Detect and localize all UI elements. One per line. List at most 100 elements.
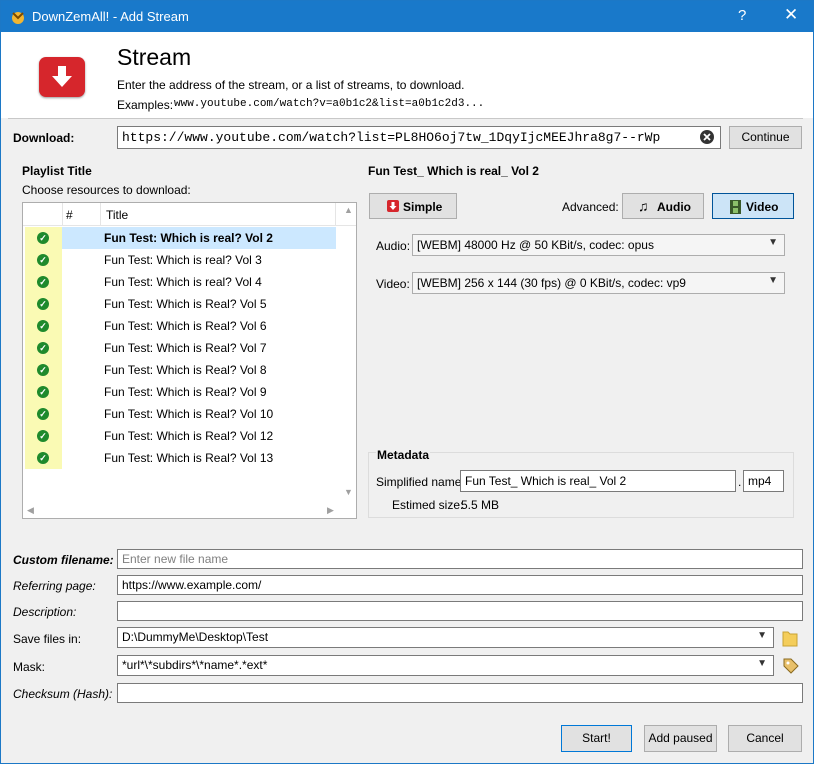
extension-value: mp4 — [748, 474, 772, 488]
list-item[interactable]: ✓ Fun Test: Which is real? Vol 3 — [23, 249, 336, 271]
custom-filename-input[interactable]: Enter new file name — [117, 549, 803, 569]
row-checkbox[interactable]: ✓ — [25, 447, 62, 469]
mask-label: Mask: — [13, 660, 46, 674]
close-button[interactable]: ✕ — [784, 5, 798, 25]
checksum-label: Checksum (Hash): — [13, 687, 113, 701]
check-icon: ✓ — [37, 298, 49, 310]
video-button-label: Video — [746, 200, 779, 214]
row-checkbox[interactable]: ✓ — [25, 249, 62, 271]
row-checkbox[interactable]: ✓ — [25, 293, 62, 315]
tag-icon[interactable] — [782, 657, 800, 675]
film-icon — [730, 200, 741, 214]
list-item-title: Fun Test: Which is Real? Vol 7 — [104, 341, 267, 355]
download-arrow-icon — [39, 57, 85, 97]
check-icon: ✓ — [37, 452, 49, 464]
row-checkbox[interactable]: ✓ — [25, 315, 62, 337]
list-item[interactable]: ✓ Fun Test: Which is Real? Vol 7 — [23, 337, 336, 359]
column-number[interactable]: # — [66, 208, 73, 222]
list-item[interactable]: ✓ Fun Test: Which is Real? Vol 5 — [23, 293, 336, 315]
list-header: # Title — [23, 203, 356, 226]
video-label: Video: — [376, 277, 410, 291]
list-item[interactable]: ✓ Fun Test: Which is real? Vol 4 — [23, 271, 336, 293]
continue-button[interactable]: Continue — [729, 126, 802, 149]
simplified-name-label: Simplified name: — [376, 475, 465, 489]
referring-page-input[interactable]: https://www.example.com/ — [117, 575, 803, 595]
horizontal-scrollbar[interactable]: ◀ ▶ — [23, 502, 340, 518]
music-note-icon: ♫ — [638, 198, 649, 214]
list-item-title: Fun Test: Which is Real? Vol 13 — [104, 451, 274, 465]
simple-button-label: Simple — [403, 200, 443, 214]
row-checkbox[interactable]: ✓ — [25, 337, 62, 359]
simplified-name-input[interactable]: Fun Test_ Which is real_ Vol 2 — [460, 470, 736, 492]
examples-value: www.youtube.com/watch?v=a0b1c2&list=a0b1… — [174, 98, 485, 110]
check-icon: ✓ — [37, 430, 49, 442]
video-select[interactable]: [WEBM] 256 x 144 (30 fps) @ 0 KBit/s, co… — [412, 272, 785, 294]
list-item[interactable]: ✓ Fun Test: Which is Real? Vol 12 — [23, 425, 336, 447]
save-files-combo[interactable]: D:\DummyMe\Desktop\Test ▼ — [117, 627, 774, 648]
custom-filename-label: Custom filename: — [13, 553, 114, 567]
description-input[interactable] — [117, 601, 803, 621]
check-icon: ✓ — [37, 254, 49, 266]
title-bar: DownZemAll! - Add Stream ? ✕ — [1, 1, 813, 32]
audio-label: Audio: — [376, 239, 411, 253]
row-checkbox[interactable]: ✓ — [25, 271, 62, 293]
playlist-list[interactable]: # Title ✓ Fun Test: Which is real? Vol 2 ✓… — [22, 202, 357, 519]
start-button[interactable]: Start! — [561, 725, 632, 752]
list-item[interactable]: ✓ Fun Test: Which is Real? Vol 13 — [23, 447, 336, 469]
help-button[interactable]: ? — [738, 7, 746, 24]
save-files-label: Save files in: — [13, 632, 82, 646]
scroll-right-icon[interactable]: ▶ — [327, 505, 334, 516]
estimated-size-label: Estimed size: — [392, 498, 464, 512]
video-button[interactable]: Video — [712, 193, 794, 219]
download-url-input[interactable]: https://www.youtube.com/watch?list=PL8HO… — [117, 126, 721, 149]
add-paused-button[interactable]: Add paused — [644, 725, 717, 752]
extension-input[interactable]: mp4 — [743, 470, 784, 492]
vertical-scrollbar[interactable]: ▲ ▼ — [340, 203, 356, 501]
app-icon — [12, 12, 24, 24]
audio-select-value: [WEBM] 48000 Hz @ 50 KBit/s, codec: opus — [417, 238, 654, 252]
column-title[interactable]: Title — [106, 208, 128, 222]
scroll-left-icon[interactable]: ◀ — [27, 505, 34, 516]
metadata-title: Metadata — [376, 448, 431, 462]
page-title: Stream — [117, 44, 192, 70]
custom-filename-placeholder: Enter new file name — [122, 552, 229, 566]
chevron-down-icon: ▼ — [757, 658, 767, 669]
referring-page-value: https://www.example.com/ — [122, 578, 262, 592]
list-item-title: Fun Test: Which is Real? Vol 12 — [104, 429, 274, 443]
chevron-down-icon: ▼ — [757, 630, 767, 641]
stream-title: Fun Test_ Which is real_ Vol 2 — [368, 164, 539, 178]
referring-page-label: Referring page: — [13, 579, 96, 593]
row-checkbox[interactable]: ✓ — [25, 359, 62, 381]
row-checkbox[interactable]: ✓ — [25, 403, 62, 425]
row-checkbox[interactable]: ✓ — [25, 425, 62, 447]
estimated-size-value: 5.5 MB — [461, 498, 500, 512]
list-item[interactable]: ✓ Fun Test: Which is Real? Vol 10 — [23, 403, 336, 425]
examples-label: Examples: — [117, 98, 174, 112]
list-item-title: Fun Test: Which is Real? Vol 8 — [104, 363, 267, 377]
list-item[interactable]: ✓ Fun Test: Which is Real? Vol 6 — [23, 315, 336, 337]
row-checkbox[interactable]: ✓ — [25, 381, 62, 403]
list-item[interactable]: ✓ Fun Test: Which is real? Vol 2 — [23, 227, 336, 249]
simplified-name-value: Fun Test_ Which is real_ Vol 2 — [465, 474, 627, 488]
simple-button[interactable]: Simple — [369, 193, 457, 219]
list-item-title: Fun Test: Which is real? Vol 4 — [104, 275, 262, 289]
header-divider — [8, 118, 803, 119]
list-item-title: Fun Test: Which is Real? Vol 5 — [104, 297, 267, 311]
scroll-down-icon[interactable]: ▼ — [344, 487, 353, 497]
list-item[interactable]: ✓ Fun Test: Which is Real? Vol 9 — [23, 381, 336, 403]
cancel-button[interactable]: Cancel — [728, 725, 802, 752]
advanced-label: Advanced: — [562, 200, 619, 214]
list-item-title: Fun Test: Which is real? Vol 2 — [104, 231, 273, 245]
row-checkbox[interactable]: ✓ — [25, 227, 62, 249]
mask-combo[interactable]: *url*\*subdirs*\*name*.*ext* ▼ — [117, 655, 774, 676]
scroll-up-icon[interactable]: ▲ — [344, 205, 353, 215]
checksum-input[interactable] — [117, 683, 803, 703]
download-icon — [387, 200, 399, 212]
list-item[interactable]: ✓ Fun Test: Which is Real? Vol 8 — [23, 359, 336, 381]
clear-icon[interactable] — [699, 129, 715, 145]
audio-select[interactable]: [WEBM] 48000 Hz @ 50 KBit/s, codec: opus… — [412, 234, 785, 256]
folder-icon[interactable] — [782, 629, 798, 647]
audio-button[interactable]: ♫ Audio — [622, 193, 704, 219]
add-stream-dialog: DownZemAll! - Add Stream ? ✕ Stream Ente… — [0, 0, 814, 764]
check-icon: ✓ — [37, 342, 49, 354]
